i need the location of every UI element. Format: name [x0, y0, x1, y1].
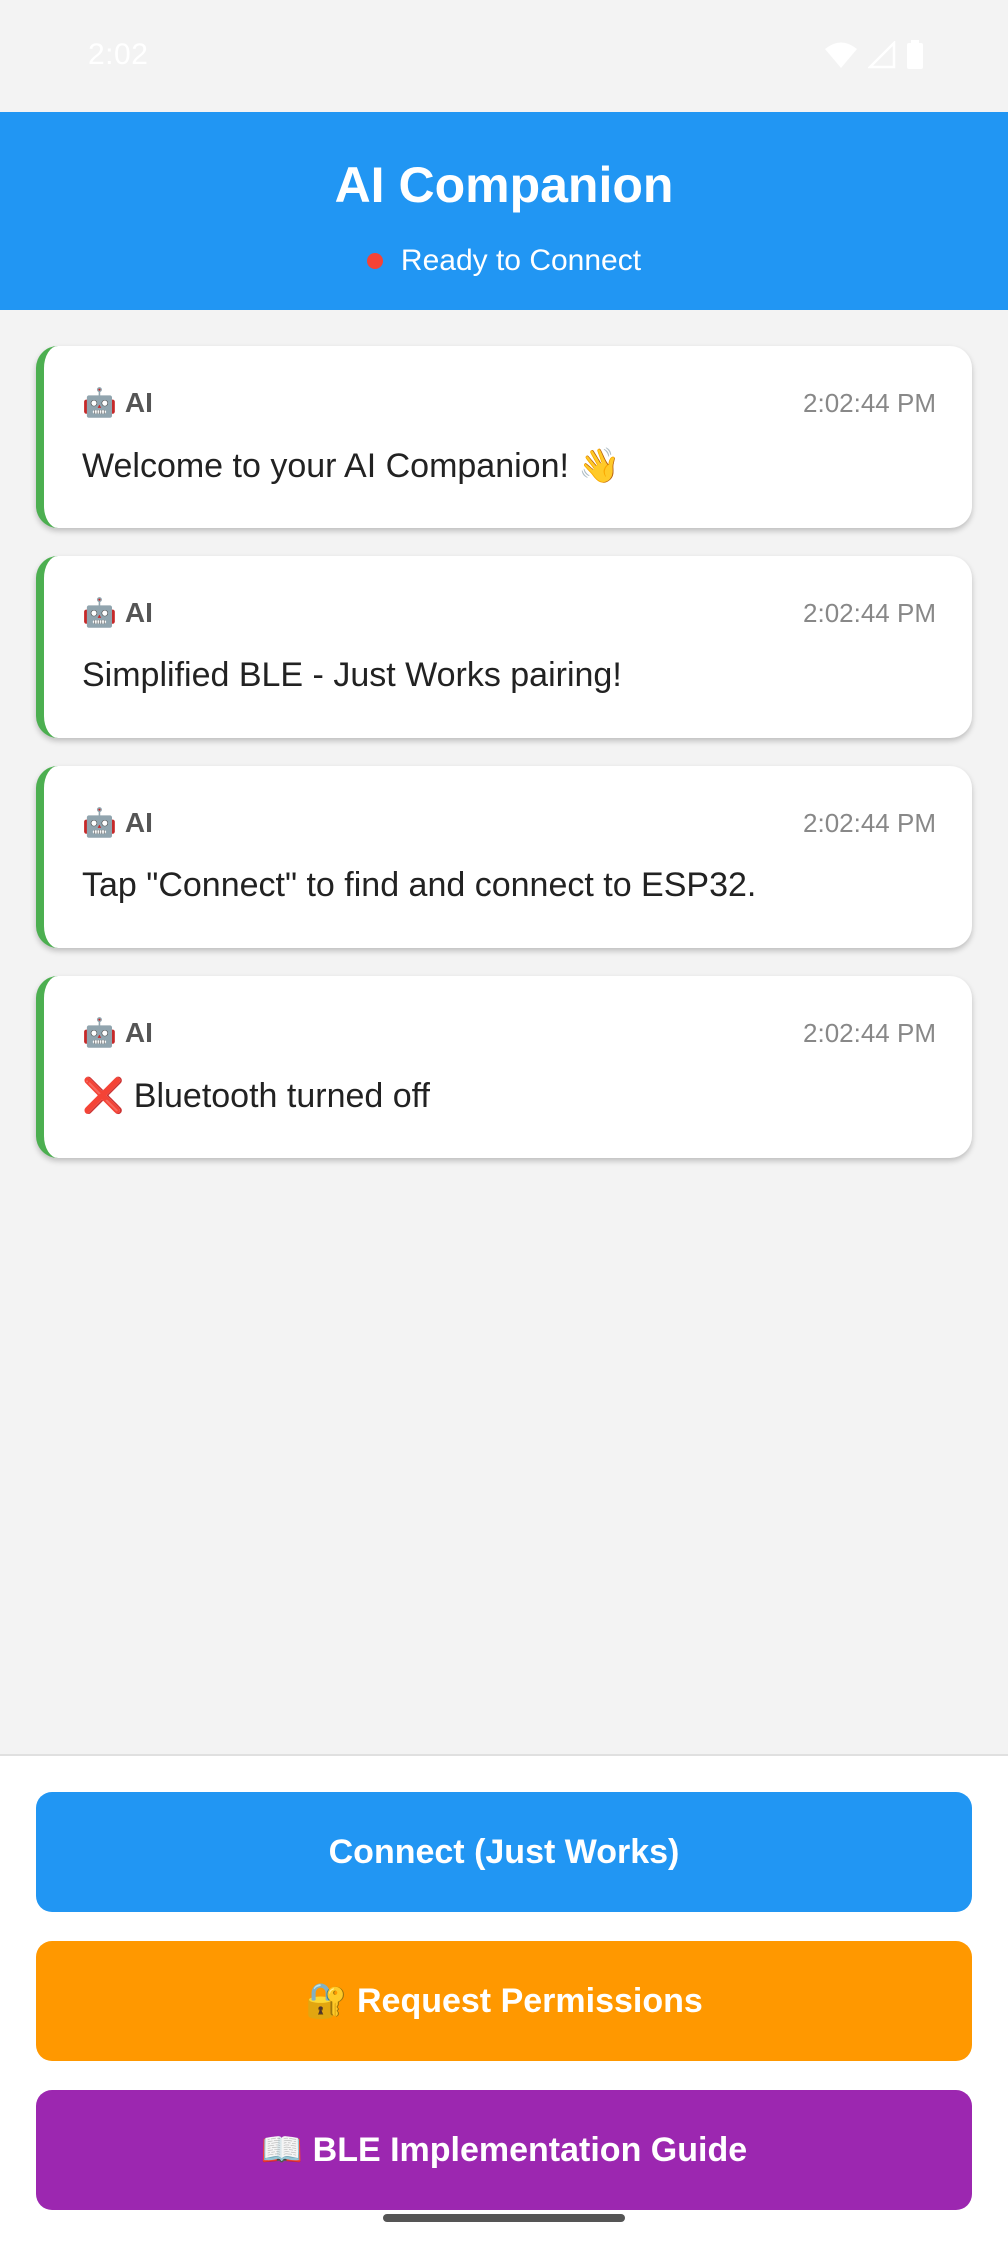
message-sender: 🤖 AI: [82, 386, 153, 419]
robot-icon: 🤖: [82, 1017, 117, 1048]
connect-button[interactable]: Connect (Just Works): [36, 1792, 972, 1912]
wifi-icon: [825, 42, 857, 68]
message-sender: 🤖 AI: [82, 1016, 153, 1049]
message-card: 🤖 AI 2:02:44 PM Welcome to your AI Compa…: [36, 346, 972, 528]
message-text: ❌ Bluetooth turned off: [82, 1077, 430, 1115]
request-permissions-button[interactable]: 🔐 Request Permissions: [36, 1941, 972, 2061]
message-time: 2:02:44 PM: [803, 1018, 936, 1048]
signal-icon: [868, 41, 896, 69]
connection-status-text: Ready to Connect: [400, 244, 642, 277]
status-dot-icon: [366, 253, 383, 269]
status-bar: 2:02: [0, 0, 1008, 112]
sender-name: AI: [124, 806, 153, 838]
status-icons: [824, 40, 924, 70]
message-text: Simplified BLE - Just Works pairing!: [82, 656, 622, 694]
app-title: AI Companion: [334, 157, 674, 213]
message-card: 🤖 AI 2:02:44 PM ❌ Bluetooth turned off: [36, 976, 972, 1158]
battery-icon: [907, 40, 923, 69]
ble-guide-button[interactable]: 📖 BLE Implementation Guide: [36, 2090, 972, 2210]
message-card: 🤖 AI 2:02:44 PM Tap "Connect" to find an…: [36, 766, 972, 948]
message-time: 2:02:44 PM: [803, 598, 936, 628]
action-panel: Connect (Just Works) 🔐 Request Permissio…: [0, 1754, 1008, 2244]
app-header: AI Companion Ready to Connect: [0, 112, 1008, 310]
message-time: 2:02:44 PM: [803, 388, 936, 418]
message-card: 🤖 AI 2:02:44 PM Simplified BLE - Just Wo…: [36, 556, 972, 738]
robot-icon: 🤖: [82, 387, 117, 418]
message-sender: 🤖 AI: [82, 806, 153, 839]
sender-name: AI: [124, 596, 153, 628]
status-time: 2:02: [88, 38, 149, 71]
robot-icon: 🤖: [82, 597, 117, 628]
message-list: 🤖 AI 2:02:44 PM Welcome to your AI Compa…: [36, 346, 972, 1186]
connection-status: Ready to Connect: [0, 244, 1008, 278]
message-text: Welcome to your AI Companion! 👋: [82, 447, 621, 485]
message-time: 2:02:44 PM: [803, 808, 936, 838]
home-indicator[interactable]: [383, 2214, 625, 2222]
robot-icon: 🤖: [82, 807, 117, 838]
sender-name: AI: [124, 386, 153, 418]
message-text: Tap "Connect" to find and connect to ESP…: [82, 866, 757, 904]
sender-name: AI: [124, 1016, 153, 1048]
message-sender: 🤖 AI: [82, 596, 153, 629]
